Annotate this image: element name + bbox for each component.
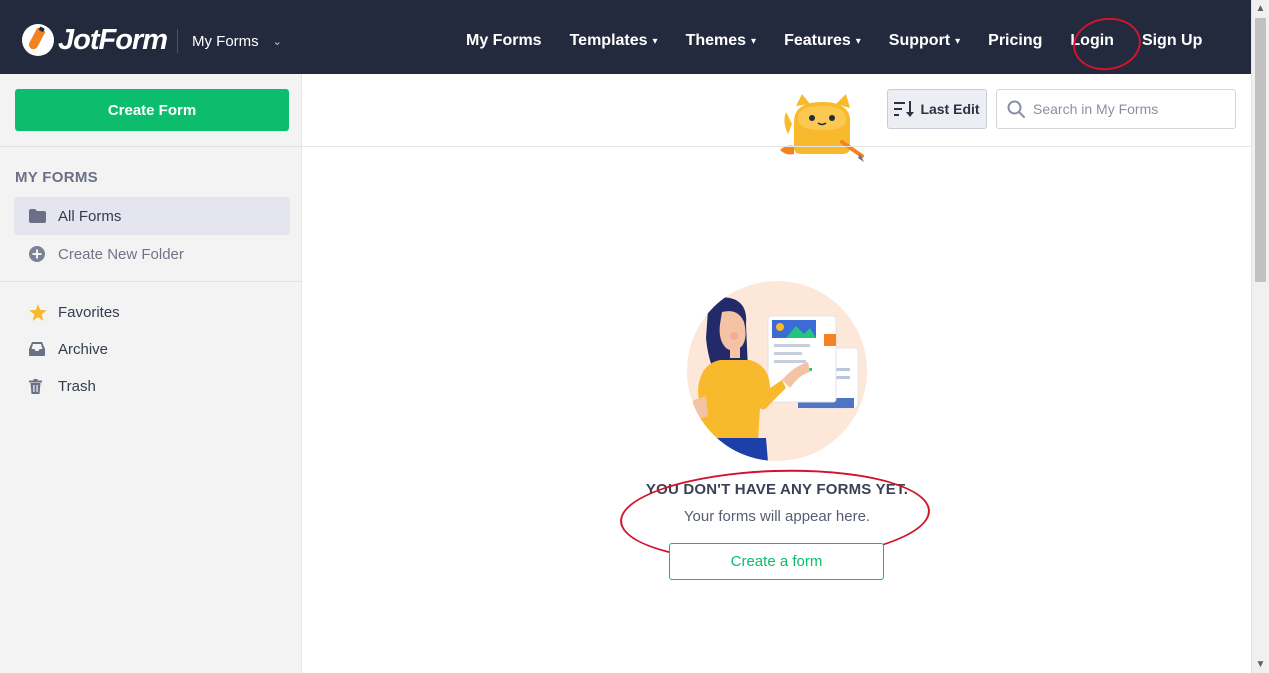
jotform-logo-icon (22, 24, 54, 56)
search-box (996, 89, 1236, 129)
create-form-button[interactable]: Create Form (15, 89, 289, 131)
scroll-down-arrow-icon[interactable]: ▼ (1252, 659, 1269, 670)
nav-label: Themes (685, 32, 747, 49)
sidebar-item-archive[interactable]: Archive (14, 330, 290, 368)
sidebar-item-label: Favorites (58, 303, 120, 321)
nav-label: My Forms (466, 32, 542, 49)
sidebar-item-label: Trash (58, 377, 96, 395)
nav-label: Pricing (988, 32, 1043, 49)
folder-icon (29, 209, 49, 223)
nav-features[interactable]: Features ▾ (784, 27, 861, 55)
caret-down-icon: ▾ (652, 35, 658, 47)
nav-my-forms[interactable]: My Forms (466, 27, 542, 55)
nav-label: Support (888, 32, 951, 49)
inbox-icon (29, 342, 49, 356)
caret-down-icon: ▾ (855, 35, 861, 47)
sort-last-edit-button[interactable]: Last Edit (887, 89, 987, 129)
nav-templates[interactable]: Templates ▾ (570, 27, 658, 55)
empty-state-title: YOU DON'T HAVE ANY FORMS YET. (645, 481, 909, 498)
jotform-logo[interactable]: JotForm (22, 23, 168, 56)
empty-forms-illustration (687, 281, 867, 461)
switcher-label: My Forms (192, 32, 259, 50)
main-nav: My Forms Templates ▾ Themes ▾ Features ▾ Suppor… (466, 27, 1230, 55)
page-scrollbar[interactable]: ▲ ▼ (1251, 0, 1269, 673)
sidebar-item-label: All Forms (58, 207, 122, 225)
plus-circle-icon (29, 246, 49, 262)
sidebar-item-favorites[interactable]: Favorites (14, 293, 290, 331)
sidebar-item-label: Archive (58, 340, 109, 358)
jotform-app: JotForm My Forms ⌄ My Forms Templates ▾ The… (0, 0, 1269, 673)
nav-themes[interactable]: Themes ▾ (686, 27, 757, 55)
scrollbar-thumb[interactable] (1255, 18, 1266, 282)
nav-label: Templates (569, 32, 648, 49)
sidebar-item-all-forms[interactable]: All Forms (14, 197, 290, 235)
nav-login[interactable]: Login (1070, 27, 1114, 55)
scroll-up-arrow-icon[interactable]: ▲ (1252, 3, 1269, 14)
sidebar-divider (0, 281, 302, 282)
sidebar-item-trash[interactable]: Trash (14, 367, 290, 405)
empty-state-subtitle: Your forms will appear here. (683, 508, 871, 525)
header-divider (177, 29, 178, 53)
trash-icon (29, 378, 49, 394)
create-a-form-button[interactable]: Create a form (669, 543, 884, 580)
star-icon (29, 303, 49, 321)
nav-label: Login (1070, 32, 1114, 49)
nav-sign-up[interactable]: Sign Up (1142, 27, 1202, 55)
logo-text: JotForm (58, 23, 168, 56)
my-forms-switcher[interactable]: My Forms ⌄ (192, 30, 282, 52)
chevron-down-icon: ⌄ (272, 35, 282, 48)
search-input[interactable] (1033, 101, 1223, 117)
my-forms-section-title: MY FORMS (15, 169, 98, 186)
sort-icon (894, 101, 915, 117)
sidebar-item-create-new-folder[interactable]: Create New Folder (14, 235, 290, 273)
podo-cat-mascot-icon (780, 94, 864, 162)
sidebar-item-label: Create New Folder (58, 245, 184, 263)
nav-pricing[interactable]: Pricing (988, 27, 1042, 55)
caret-down-icon: ▾ (751, 35, 757, 47)
sort-label: Last Edit (920, 101, 980, 117)
nav-label: Sign Up (1141, 32, 1203, 49)
sidebar-divider (0, 146, 302, 147)
nav-support[interactable]: Support ▾ (889, 27, 960, 55)
nav-label: Features (784, 32, 851, 49)
sidebar: Create Form MY FORMS All Forms Create Ne… (0, 74, 302, 673)
caret-down-icon: ▾ (955, 35, 961, 47)
toolbar-divider (302, 146, 1251, 147)
search-icon (1007, 100, 1025, 118)
top-navigation-bar: JotForm My Forms ⌄ My Forms Templates ▾ The… (0, 0, 1251, 75)
